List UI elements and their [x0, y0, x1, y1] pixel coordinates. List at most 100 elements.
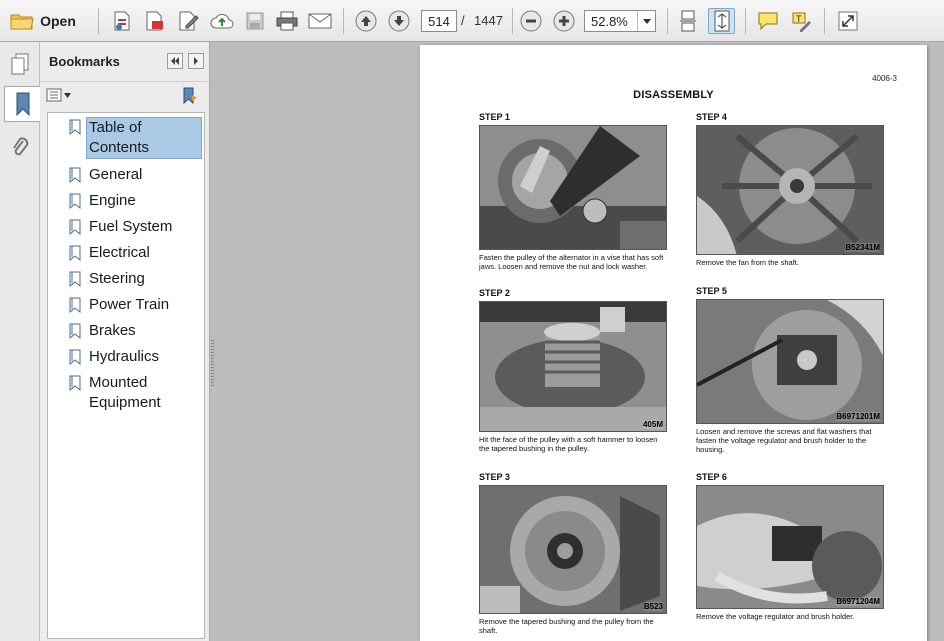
- next-page-button[interactable]: [386, 8, 412, 34]
- pulley-photo: [480, 302, 666, 431]
- bookmark-options-button[interactable]: [46, 88, 71, 102]
- document-viewport[interactable]: 4006-3 DISASSEMBLY STEP 1 Fasten the pul…: [214, 42, 944, 641]
- bookmarks-tree: Table of Contents General Engine Fuel Sy…: [47, 112, 205, 639]
- arrow-up-circle-icon: [355, 10, 377, 32]
- full-screen-button[interactable]: [835, 8, 861, 34]
- page-thumbnails-button[interactable]: [4, 46, 36, 82]
- double-chevron-left-icon: [171, 57, 179, 65]
- bookmark-steering[interactable]: Steering: [68, 269, 202, 289]
- bookmark-label: Hydraulics: [89, 348, 160, 365]
- step-5: STEP 5 B6971201M Loosen and remove the s…: [696, 286, 886, 454]
- bushing-photo: [480, 486, 666, 613]
- expand-bookmark-button[interactable]: [181, 87, 199, 110]
- step-6: STEP 6 B6971204M Remove the voltage regu…: [696, 472, 886, 621]
- step-title: STEP 2: [479, 288, 510, 298]
- edit-pdf-button[interactable]: [174, 8, 202, 34]
- chevron-down-icon[interactable]: [637, 11, 655, 31]
- export-pdf-button[interactable]: [140, 8, 168, 34]
- zoom-select[interactable]: 52.8%: [584, 10, 656, 32]
- main-toolbar: Open / 1447 52.8%: [0, 0, 944, 42]
- bookmarks-tab-button[interactable]: [4, 86, 40, 122]
- fit-page-button[interactable]: [708, 8, 735, 34]
- bookmark-mounted-equipment[interactable]: Mounted Equipment: [68, 373, 202, 413]
- step-caption: Remove the voltage regulator and brush h…: [696, 612, 855, 621]
- previous-page-button[interactable]: [353, 8, 379, 34]
- step-photo: B52341M: [696, 125, 884, 255]
- toolbar-divider: [343, 8, 344, 34]
- bookmark-icon: [69, 349, 81, 365]
- bookmark-icon: [69, 167, 81, 183]
- folder-icon: [10, 14, 34, 30]
- step-title: STEP 4: [696, 112, 727, 122]
- step-title: STEP 1: [479, 112, 510, 122]
- step-title: STEP 5: [696, 286, 727, 296]
- bookmarks-header: Bookmarks: [40, 42, 209, 82]
- step-photo: B523: [479, 485, 667, 614]
- open-button[interactable]: Open: [6, 8, 80, 34]
- photo-code: B6971204M: [836, 597, 880, 606]
- bookmark-table-of-contents[interactable]: Table of Contents: [68, 117, 202, 159]
- plus-circle-icon: [553, 10, 575, 32]
- envelope-icon: [308, 13, 332, 29]
- total-pages: 1447: [474, 13, 503, 28]
- save-button[interactable]: [242, 8, 268, 34]
- page-thumbnails-icon: [11, 53, 29, 75]
- create-pdf-button[interactable]: [108, 8, 136, 34]
- bookmark-power-train[interactable]: Power Train: [68, 295, 202, 315]
- zoom-value: 52.8%: [591, 13, 628, 29]
- step-1: STEP 1 Fasten the pulley of the alternat…: [479, 112, 669, 271]
- step-2: STEP 2 405M Hit the face of the pulley w…: [479, 288, 669, 453]
- bookmark-label: General: [89, 166, 143, 183]
- bookmark-hydraulics[interactable]: Hydraulics: [68, 347, 202, 367]
- bookmark-label: Table of Contents: [86, 117, 202, 159]
- create-pdf-icon: [114, 11, 130, 31]
- step-photo: B6971204M: [696, 485, 884, 609]
- photo-code: B6971201M: [836, 412, 880, 421]
- comment-button[interactable]: [755, 8, 781, 34]
- zoom-out-button[interactable]: [518, 8, 544, 34]
- page-separator: /: [461, 13, 465, 28]
- toolbar-divider: [512, 8, 513, 34]
- bookmark-label: Electrical: [89, 244, 150, 261]
- collapse-panel-button[interactable]: [167, 53, 183, 69]
- printer-icon: [276, 11, 298, 31]
- toolbar-divider: [98, 8, 99, 34]
- cloud-upload-icon: [210, 13, 234, 29]
- bookmark-label: Mounted Equipment: [89, 374, 161, 411]
- zoom-in-button[interactable]: [551, 8, 577, 34]
- fan-photo: [697, 126, 883, 254]
- pdf-page: 4006-3 DISASSEMBLY STEP 1 Fasten the pul…: [420, 45, 927, 641]
- step-title: STEP 6: [696, 472, 727, 482]
- bookmark-icon: [69, 245, 81, 261]
- bookmarks-toolbar: [40, 82, 209, 110]
- bookmark-icon: [69, 119, 81, 135]
- highlight-button[interactable]: T: [788, 8, 814, 34]
- bookmark-icon: [69, 375, 81, 391]
- page-number-input[interactable]: [421, 10, 457, 32]
- step-photo: B6971201M: [696, 299, 884, 424]
- bookmark-electrical[interactable]: Electrical: [68, 243, 202, 263]
- bookmark-icon: [69, 271, 81, 287]
- bookmarks-panel: Bookmarks Table of Contents General Engi…: [40, 42, 210, 641]
- brush-holder-photo: [697, 486, 883, 608]
- email-button[interactable]: [306, 8, 334, 34]
- upload-button[interactable]: [207, 8, 237, 34]
- bookmark-brakes[interactable]: Brakes: [68, 321, 202, 341]
- print-button[interactable]: [273, 8, 301, 34]
- bookmark-engine[interactable]: Engine: [68, 191, 202, 211]
- photo-code: B52341M: [845, 243, 880, 252]
- attachments-button[interactable]: [4, 130, 36, 166]
- bookmark-label: Steering: [89, 270, 145, 287]
- toolbar-divider: [745, 8, 746, 34]
- bookmark-general[interactable]: General: [68, 165, 202, 185]
- scrolling-mode-button[interactable]: [675, 8, 701, 34]
- page-number-label: 4006-3: [872, 74, 897, 83]
- step-photo: 405M: [479, 301, 667, 432]
- bookmark-label: Engine: [89, 192, 136, 209]
- paperclip-icon: [13, 137, 29, 156]
- navigation-pane-strip: [0, 42, 40, 641]
- step-caption: Remove the fan from the shaft.: [696, 258, 799, 267]
- expand-panel-button[interactable]: [188, 53, 204, 69]
- bookmark-find-icon: [183, 87, 197, 105]
- bookmark-fuel-system[interactable]: Fuel System: [68, 217, 202, 237]
